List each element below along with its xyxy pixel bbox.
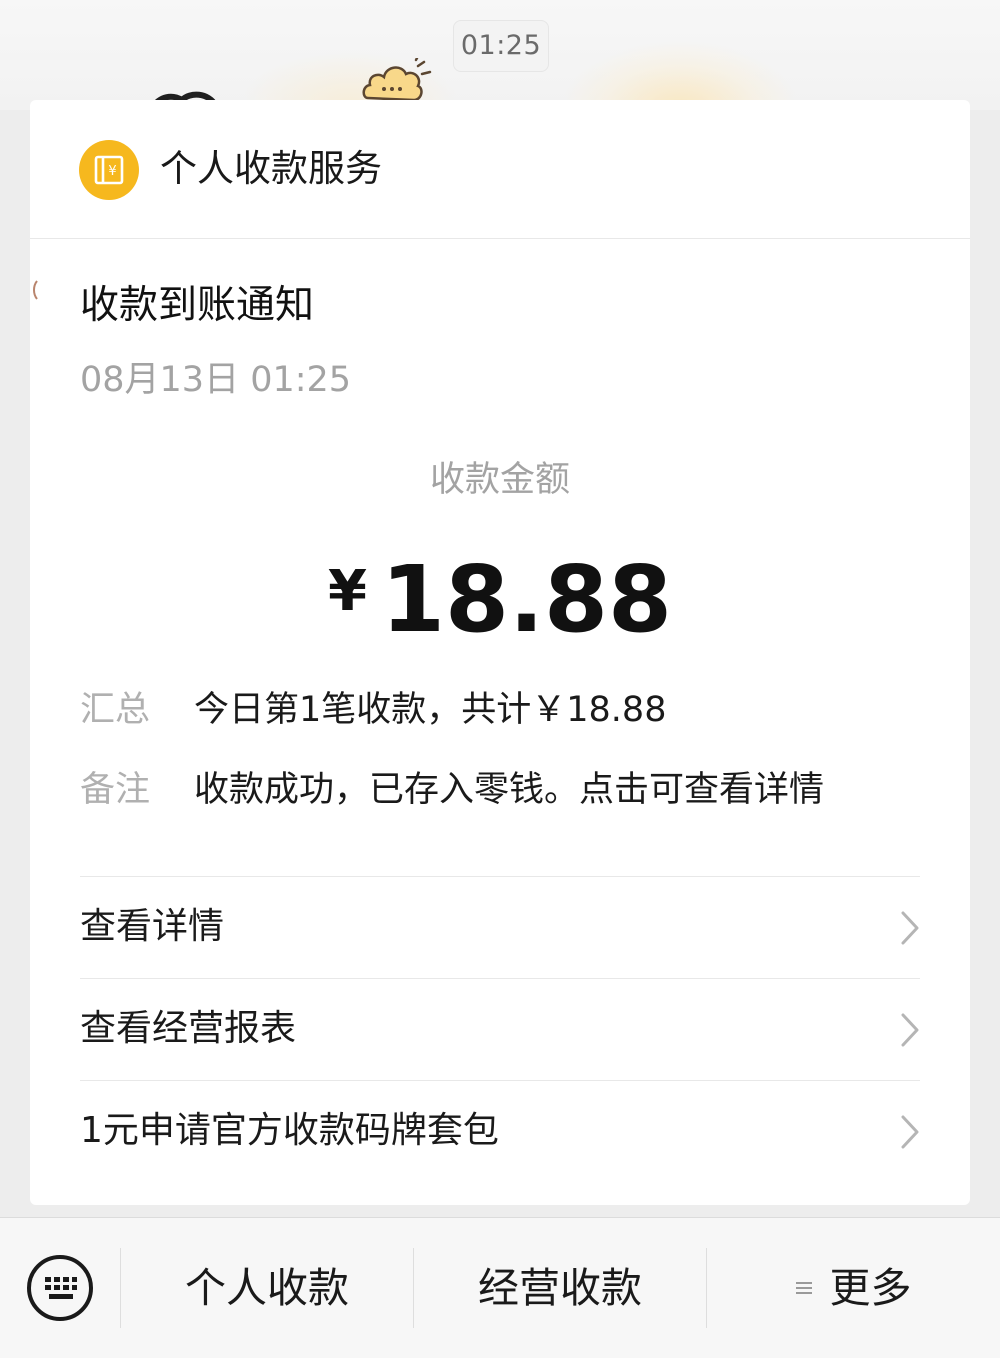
- summary-label: 汇总: [80, 690, 151, 730]
- bottom-menu-bar: 个人收款 经营收款 更多: [0, 1217, 1000, 1358]
- remark-label: 备注: [80, 770, 151, 810]
- amount-label: 收款金额: [429, 460, 570, 500]
- partial-avatar-mark: [33, 280, 38, 300]
- link-label: 1元申请官方收款码牌套包: [80, 1110, 499, 1151]
- chevron-right-icon: [901, 1115, 919, 1149]
- summary-value: 今日第1笔收款，共计￥18.88: [194, 690, 667, 730]
- payment-notification-card[interactable]: ¥ 个人收款服务 收款到账通知 08月13日 01:25 收款金额 ¥18.88…: [30, 100, 970, 1205]
- notice-datetime: 08月13日 01:25: [80, 360, 352, 400]
- link-label: 查看经营报表: [80, 1008, 297, 1049]
- currency-symbol: ¥: [328, 559, 367, 624]
- action-link-list: 查看详情 查看经营报表 1元申请官方收款码牌套包: [80, 876, 920, 1182]
- view-business-report-link[interactable]: 查看经营报表: [80, 978, 920, 1080]
- amount-value: 18.88: [380, 546, 672, 653]
- notice-title: 收款到账通知: [80, 283, 315, 328]
- more-menu-label: 更多: [829, 1264, 912, 1312]
- chat-timestamp: 01:25: [453, 20, 549, 72]
- menu-lines-icon: [795, 1282, 812, 1294]
- chat-background: 01:25: [0, 0, 1000, 180]
- link-label: 查看详情: [80, 906, 225, 947]
- personal-payment-menu-button[interactable]: 个人收款: [121, 1218, 413, 1358]
- apply-qr-code-kit-link[interactable]: 1元申请官方收款码牌套包: [80, 1080, 920, 1182]
- card-header: ¥ 个人收款服务: [30, 100, 970, 239]
- wallet-yen-icon: ¥: [79, 140, 139, 200]
- keyboard-icon[interactable]: [26, 1254, 94, 1322]
- summary-row: 汇总 今日第1笔收款，共计￥18.88: [80, 685, 940, 735]
- remark-value: 收款成功，已存入零钱。点击可查看详情: [194, 770, 825, 810]
- cloud-sticker-icon: [362, 58, 432, 102]
- wallet-yen-icon-glyph: ¥: [94, 155, 124, 185]
- remark-row: 备注 收款成功，已存入零钱。点击可查看详情: [80, 765, 940, 815]
- more-menu-button[interactable]: 更多: [707, 1218, 1000, 1358]
- chevron-right-icon: [901, 911, 919, 945]
- chevron-right-icon: [901, 1013, 919, 1047]
- view-details-link[interactable]: 查看详情: [80, 876, 920, 978]
- amount-display: ¥18.88: [30, 540, 970, 660]
- service-name: 个人收款服务: [160, 147, 382, 190]
- logo-glyph: ¥: [108, 164, 116, 179]
- business-payment-menu-button[interactable]: 经营收款: [414, 1218, 706, 1358]
